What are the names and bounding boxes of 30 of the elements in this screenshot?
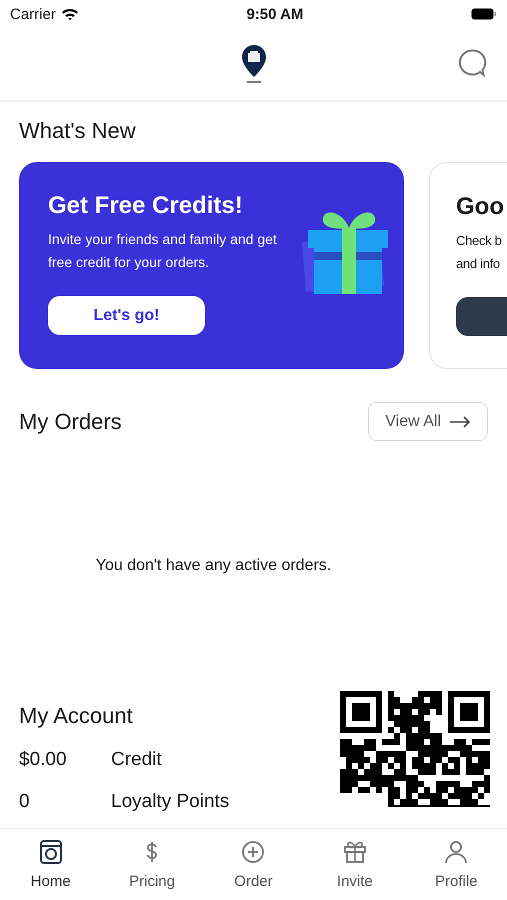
battery-icon <box>471 8 497 20</box>
tab-item[interactable]: Order <box>213 839 294 890</box>
gift-icon <box>342 839 368 865</box>
tab-item[interactable]: Pricing <box>112 839 192 890</box>
section-title: My Orders <box>19 408 122 434</box>
tab-item[interactable]: Invite <box>314 839 395 890</box>
arrow-right-icon <box>449 416 471 428</box>
view-all-button[interactable]: View All <box>368 402 488 441</box>
chat-icon[interactable] <box>457 48 487 78</box>
account-label: Credit <box>111 749 163 771</box>
tab-item[interactable]: Home <box>10 839 91 890</box>
account-value: $0.00 <box>19 749 68 771</box>
location-pin-logo <box>240 43 268 85</box>
clock: 9:50 AM <box>246 6 304 22</box>
carrier-label: Carrier <box>10 6 56 22</box>
card-title: Get Free Credits! <box>48 192 244 220</box>
tab-item[interactable]: Profile <box>416 839 496 890</box>
card-title: Goo <box>456 193 505 221</box>
washer-icon <box>38 839 64 865</box>
section-title: What's New <box>19 118 137 144</box>
card-text: Invite your friends and family and get free credit for your orders. <box>48 230 278 272</box>
plus-circle-icon <box>240 839 266 865</box>
section-title: My Account <box>19 703 134 729</box>
card-text: Check b and info <box>456 232 503 273</box>
lets-go-button[interactable]: Let's go! <box>48 296 205 335</box>
account-value: 0 <box>19 791 31 813</box>
person-icon <box>443 839 470 865</box>
wifi-icon <box>60 7 79 21</box>
account-label: Loyalty Points <box>111 791 230 813</box>
empty-message: You don't have any active orders. <box>96 557 332 575</box>
